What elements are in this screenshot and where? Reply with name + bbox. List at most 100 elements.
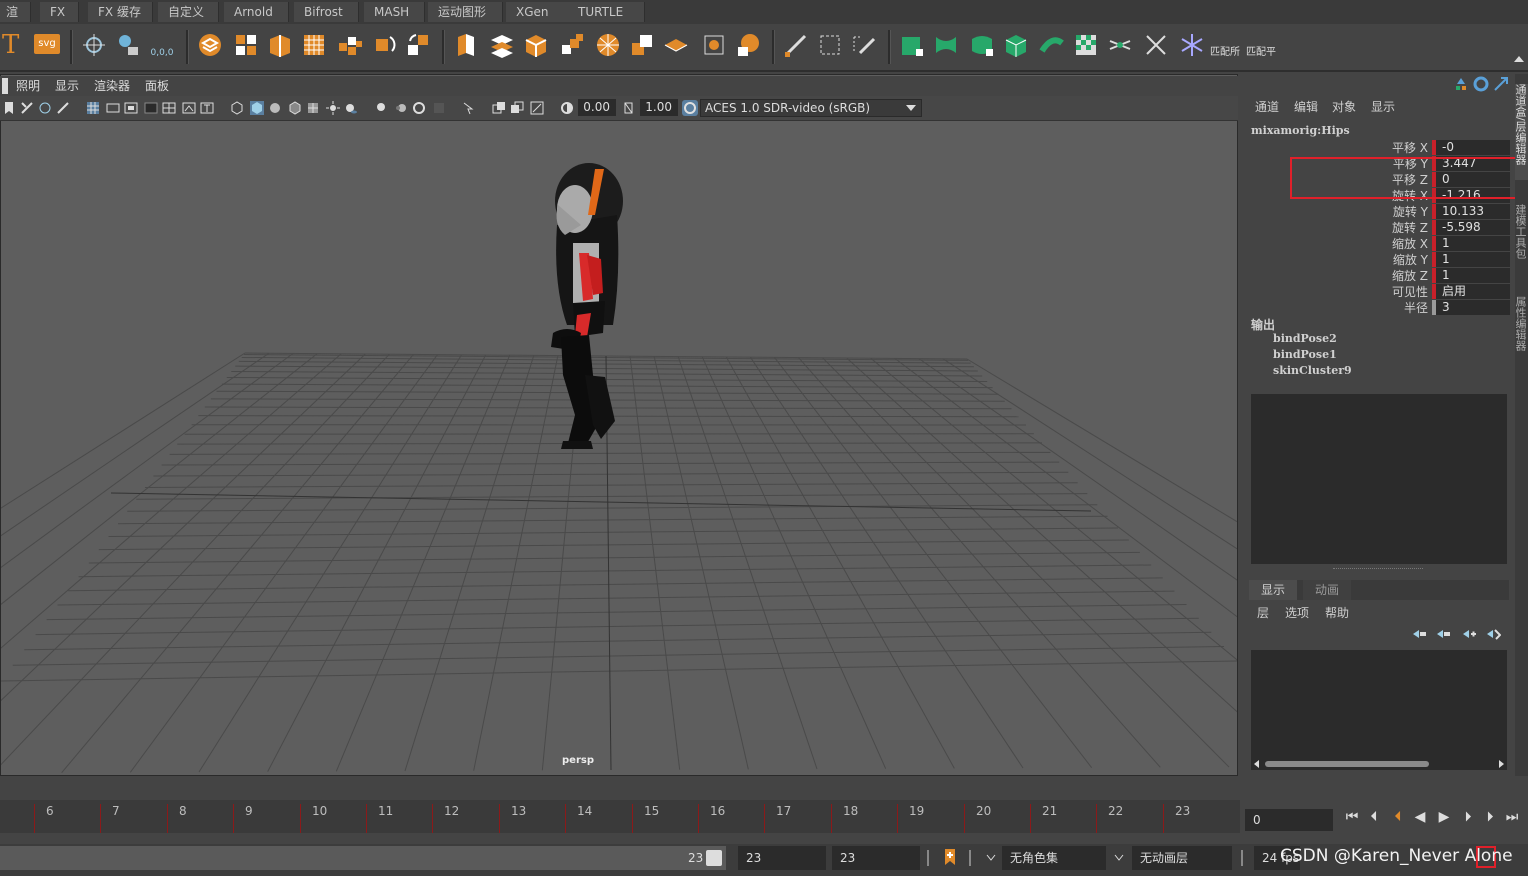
poly-green-icon[interactable]: [898, 31, 926, 59]
output-node-bindpose1[interactable]: bindPose1: [1273, 348, 1337, 361]
ambient-occlusion-icon[interactable]: [374, 101, 388, 115]
film-gate-icon[interactable]: [106, 101, 120, 115]
attr-label[interactable]: 缩放 Z: [1243, 267, 1428, 284]
combine-icon[interactable]: [628, 31, 656, 59]
bevel-icon[interactable]: [266, 31, 294, 59]
shelf-tab-bifrost[interactable]: Bifrost: [294, 2, 359, 22]
shelf-tab-custom[interactable]: 自定义: [158, 2, 219, 22]
joint-cross-icon[interactable]: [1106, 31, 1134, 59]
cube-green-icon[interactable]: [1002, 31, 1030, 59]
color-management-icon[interactable]: [682, 100, 698, 116]
lights-icon[interactable]: [326, 101, 340, 115]
checker-icon[interactable]: [1072, 31, 1100, 59]
attr-label[interactable]: 半径: [1243, 299, 1428, 316]
slice-icon[interactable]: [488, 31, 516, 59]
xray-icon[interactable]: [492, 101, 506, 115]
grid-toggle-icon[interactable]: [86, 101, 100, 115]
attr-value-field[interactable]: -5.598: [1436, 220, 1510, 235]
surface-green-icon[interactable]: [932, 31, 960, 59]
safe-action-icon[interactable]: [182, 101, 196, 115]
camera-select-icon[interactable]: [20, 101, 34, 115]
gate-mask-icon[interactable]: [144, 101, 158, 115]
tool-settings-toggle-icon[interactable]: [1493, 76, 1509, 92]
side-tab-channel-box[interactable]: 通道盒/层编辑器: [1514, 84, 1528, 180]
layer-menu-options[interactable]: 选项: [1285, 604, 1309, 621]
bookmark-icon[interactable]: [2, 101, 16, 115]
motion-blur-icon[interactable]: [394, 101, 408, 115]
menu-show[interactable]: 显示: [55, 76, 79, 96]
grid-icon[interactable]: [300, 31, 328, 59]
attr-label[interactable]: 缩放 Y: [1243, 251, 1428, 268]
menu-renderer[interactable]: 渲染器: [94, 76, 130, 96]
wire-on-shaded-icon[interactable]: [288, 101, 302, 115]
viewport-panel[interactable]: persp: [0, 74, 1238, 776]
viewport-scene[interactable]: [1, 75, 1237, 775]
match-all-icon[interactable]: 匹配所: [1210, 31, 1244, 59]
splitter-handle[interactable]: [1333, 568, 1423, 569]
exposure-icon[interactable]: [560, 101, 574, 115]
bounding-box-icon[interactable]: [700, 31, 728, 59]
cube-split-icon[interactable]: [232, 31, 260, 59]
layer-scrollbar[interactable]: [1251, 758, 1507, 770]
layer-scrollbar-thumb[interactable]: [1265, 761, 1429, 767]
move-layer-up-icon[interactable]: [1411, 628, 1427, 640]
loft-green-icon[interactable]: [968, 31, 996, 59]
output-node-skincluster9[interactable]: skinCluster9: [1273, 364, 1352, 377]
select-box-icon[interactable]: [816, 31, 844, 59]
time-slider[interactable]: 6 7 8 9 10 11 12 13 14 15 16 17 18 19 20 21 22 23: [0, 800, 1240, 833]
shelf-tab-arnold[interactable]: Arnold: [224, 2, 289, 22]
cube-cluster-icon[interactable]: [558, 31, 586, 59]
go-to-start-icon[interactable]: ⏮: [1344, 808, 1360, 826]
gamma-icon[interactable]: [622, 101, 636, 115]
attr-value-field[interactable]: 1: [1436, 236, 1510, 251]
play-backwards-icon[interactable]: ◀: [1412, 808, 1428, 826]
output-node-bindpose2[interactable]: bindPose2: [1273, 332, 1337, 345]
channel-menu-show[interactable]: 显示: [1371, 98, 1395, 115]
character-set-arrow-icon[interactable]: [986, 854, 996, 862]
antialias-icon[interactable]: [412, 101, 426, 115]
shelf-tab-motion-graphics[interactable]: 运动图形: [428, 2, 503, 22]
playback-end-field[interactable]: 23: [738, 846, 826, 870]
attr-label[interactable]: 可见性: [1243, 283, 1428, 300]
shelf-tab-turtle[interactable]: TURTLE: [568, 2, 645, 22]
attribute-editor-toggle-icon[interactable]: [1473, 76, 1489, 92]
camera-track-icon[interactable]: [56, 101, 70, 115]
sphere-wire-icon[interactable]: [594, 31, 622, 59]
attr-label[interactable]: 平移 X: [1243, 139, 1428, 156]
tab-anim-layers[interactable]: 动画: [1303, 580, 1351, 600]
rotate-cube-icon[interactable]: [370, 31, 398, 59]
scroll-right-icon[interactable]: [1497, 760, 1505, 768]
menu-lighting[interactable]: 照明: [16, 76, 40, 96]
tab-display-layers[interactable]: 显示: [1249, 580, 1297, 600]
ik-cross-icon[interactable]: [1142, 31, 1170, 59]
attr-value-field[interactable]: -0: [1436, 140, 1510, 155]
anim-layer-field[interactable]: 无动画层: [1132, 846, 1232, 870]
layer-stack-icon[interactable]: [196, 31, 224, 59]
bend-green-icon[interactable]: [1038, 31, 1066, 59]
backface-icon[interactable]: [530, 101, 544, 115]
isolate-select-icon[interactable]: [462, 101, 476, 115]
sphere-cube-icon[interactable]: [734, 31, 762, 59]
zero-transform-icon[interactable]: 0,0,0: [148, 31, 176, 59]
shelf-tab-fx-cache[interactable]: FX 缓存: [88, 2, 153, 22]
step-back-icon[interactable]: ⏴: [1366, 808, 1382, 826]
channel-menu-edit[interactable]: 编辑: [1294, 98, 1318, 115]
gamma-field[interactable]: 1.00: [640, 99, 678, 116]
shadows-icon[interactable]: [344, 101, 358, 115]
exposure-field[interactable]: 0.00: [578, 99, 616, 116]
animation-end-field[interactable]: 23: [832, 846, 920, 870]
play-forwards-icon[interactable]: ▶: [1436, 808, 1452, 826]
auto-key-icon[interactable]: [942, 848, 958, 866]
channel-menu-object[interactable]: 对象: [1332, 98, 1356, 115]
smooth-shade-icon[interactable]: [250, 101, 264, 115]
layer-menu-layers[interactable]: 层: [1257, 604, 1269, 621]
range-slider[interactable]: 23: [0, 846, 726, 870]
attr-label[interactable]: 旋转 Z: [1243, 219, 1428, 236]
shelf-tab-mash[interactable]: MASH: [364, 2, 425, 22]
attr-label[interactable]: 缩放 X: [1243, 235, 1428, 252]
field-chart-icon[interactable]: [162, 101, 176, 115]
asterisk-icon[interactable]: [1178, 31, 1206, 59]
layer-menu-help[interactable]: 帮助: [1325, 604, 1349, 621]
channel-box-toggle-icon[interactable]: [1453, 76, 1469, 92]
go-to-end-icon[interactable]: ⏭: [1504, 808, 1520, 826]
